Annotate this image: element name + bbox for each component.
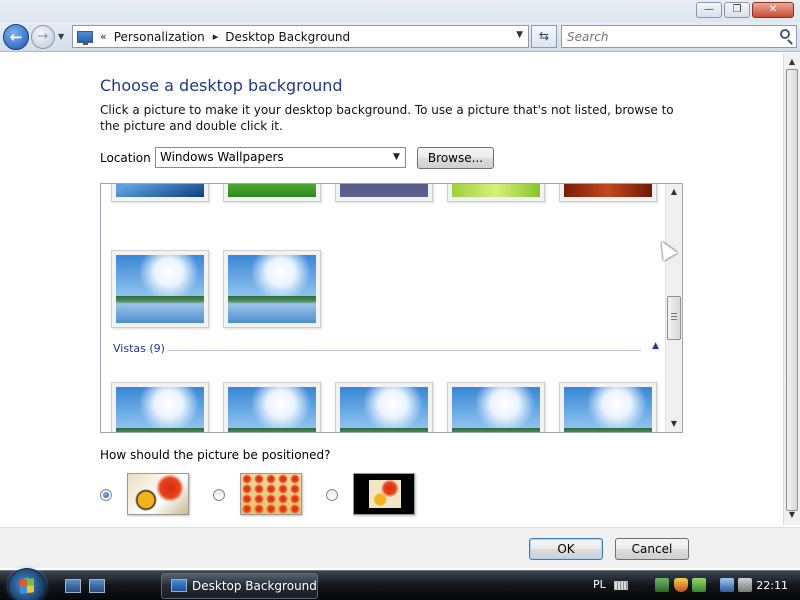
position-center-radio[interactable] [326, 489, 338, 501]
position-fit-preview[interactable] [127, 473, 189, 515]
wallpaper-thumbnail[interactable] [111, 184, 209, 202]
search-box[interactable] [561, 25, 797, 48]
browse-button[interactable]: Browse... [417, 147, 494, 169]
chevron-down-icon[interactable]: ▼ [388, 148, 405, 167]
wallpaper-thumbnail[interactable] [335, 382, 433, 432]
breadcrumb-personalization[interactable]: Personalization [114, 30, 205, 44]
wallpaper-thumbnail[interactable] [111, 250, 209, 328]
wallpaper-thumbnail[interactable] [223, 250, 321, 328]
scroll-up-icon[interactable]: ▲ [784, 57, 800, 66]
back-button[interactable]: ← [3, 24, 29, 50]
breadcrumb-desktop-background[interactable]: Desktop Background [225, 30, 350, 44]
start-button[interactable] [8, 568, 46, 600]
search-input[interactable] [562, 26, 762, 47]
volume-muted-icon[interactable] [738, 578, 752, 592]
group-header-vistas[interactable]: Vistas (9) ▲ [113, 341, 659, 358]
windows-sidebar-icon[interactable] [655, 578, 669, 592]
title-bar: — ❐ ✕ [0, 0, 800, 24]
cancel-button[interactable]: Cancel [615, 538, 689, 560]
wallpaper-thumbnail[interactable] [559, 184, 657, 202]
wallpaper-thumbnail[interactable] [111, 382, 209, 432]
wallpaper-thumbnail[interactable] [335, 184, 433, 202]
position-fit-radio[interactable] [100, 489, 112, 501]
location-label: Location [100, 151, 151, 165]
collapse-icon[interactable]: ▲ [652, 341, 659, 351]
show-desktop-icon[interactable] [65, 579, 81, 593]
gallery-scrollbar[interactable]: ▲ ▼ [665, 184, 682, 432]
location-value: Windows Wallpapers [160, 150, 284, 164]
switch-windows-icon[interactable] [89, 579, 105, 593]
control-panel-icon [171, 579, 187, 592]
minimize-button[interactable]: — [696, 2, 722, 18]
language-indicator[interactable]: PL [593, 578, 606, 591]
keyboard-icon[interactable] [614, 581, 628, 590]
refresh-button[interactable]: ⇆ [531, 25, 557, 48]
scroll-thumb[interactable] [786, 69, 798, 511]
page-title: Choose a desktop background [100, 76, 343, 95]
recent-pages-dropdown[interactable]: ▼ [58, 32, 64, 41]
position-tile-radio[interactable] [213, 489, 225, 501]
taskbar-button-label: Desktop Background [192, 579, 317, 593]
scroll-down-icon[interactable]: ▼ [666, 416, 682, 432]
group-divider [167, 350, 641, 351]
network-icon[interactable] [720, 578, 734, 592]
window-scrollbar[interactable]: ▲ ▼ [783, 53, 800, 525]
group-label: Vistas (9) [113, 342, 171, 355]
wallpaper-thumbnail[interactable] [447, 382, 545, 432]
system-tray: 22:11 [645, 574, 800, 598]
scroll-up-icon[interactable]: ▲ [666, 184, 682, 200]
ok-button[interactable]: OK [529, 538, 603, 560]
address-dropdown-icon[interactable]: ▼ [516, 30, 523, 40]
position-center-preview[interactable] [353, 473, 415, 515]
update-icon[interactable] [692, 578, 706, 592]
window-controls: — ❐ ✕ [696, 2, 794, 18]
windows-logo-icon [20, 578, 34, 594]
wallpaper-gallery: Vistas (9) ▲ ▲ ▼ [100, 183, 683, 433]
wallpaper-thumbnail[interactable] [223, 184, 321, 202]
wallpaper-thumbnail[interactable] [447, 184, 545, 202]
clock[interactable]: 22:11 [756, 579, 788, 592]
close-button[interactable]: ✕ [752, 2, 794, 18]
location-dropdown[interactable]: Windows Wallpapers ▼ [155, 147, 406, 168]
search-icon[interactable] [780, 29, 790, 39]
wallpaper-thumbnail[interactable] [223, 382, 321, 432]
scroll-thumb[interactable] [667, 296, 681, 340]
scroll-down-icon[interactable]: ▼ [784, 510, 800, 519]
breadcrumb-separator-icon[interactable]: ▸ [213, 30, 219, 43]
wallpaper-thumbnail[interactable] [559, 382, 657, 432]
control-panel-icon [77, 30, 93, 45]
position-label: How should the picture be positioned? [100, 448, 331, 462]
navigation-bar: ← → ▼ « Personalization ▸ Desktop Backgr… [0, 22, 800, 52]
forward-button[interactable]: → [31, 25, 55, 49]
security-shield-icon[interactable] [674, 578, 688, 592]
taskbar-button-desktop-background[interactable]: Desktop Background [161, 573, 318, 599]
address-bar[interactable]: « Personalization ▸ Desktop Background ▼ [72, 25, 529, 48]
taskbar: Desktop Background PL 22:11 [0, 568, 800, 600]
maximize-button[interactable]: ❐ [724, 2, 750, 18]
instructions-text: Click a picture to make it your desktop … [100, 103, 674, 133]
breadcrumb-overflow[interactable]: « [100, 30, 107, 43]
position-tile-preview[interactable] [240, 473, 302, 515]
